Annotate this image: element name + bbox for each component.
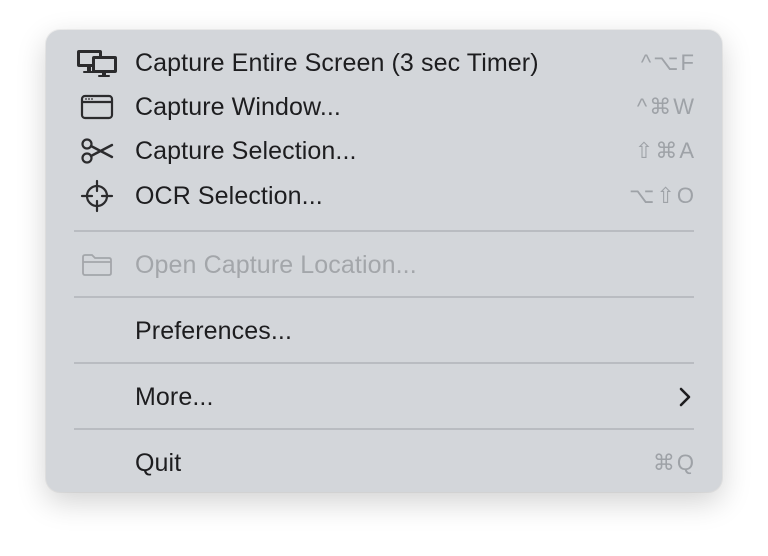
scissors-icon [76,133,118,169]
keyboard-shortcut: ^⌥F [640,50,696,75]
menu-item-label: Capture Entire Screen (3 sec Timer) [135,48,539,77]
menu-separator [74,428,694,430]
keyboard-shortcut: ⇧⌘A [634,138,696,163]
menu-item-open-capture-location: Open Capture Location... [46,243,722,287]
menu-item-more[interactable]: More... [46,375,722,419]
menu-item-label: Capture Window... [135,92,341,121]
menu-item-quit[interactable]: Quit ⌘Q [46,441,722,485]
menu-item-capture-selection[interactable]: Capture Selection... ⇧⌘A [46,129,722,173]
folder-icon [76,247,118,283]
menu-separator [74,296,694,298]
menu-separator [74,230,694,232]
menu-item-capture-entire-screen[interactable]: Capture Entire Screen (3 sec Timer) ^⌥F [46,41,722,85]
window-icon [76,89,118,125]
menu-item-label: Preferences... [135,316,293,345]
menu-item-label: Quit [135,448,182,477]
menu-item-label: OCR Selection... [135,181,323,210]
menu-item-capture-window[interactable]: Capture Window... ^⌘W [46,85,722,129]
chevron-right-icon [678,387,692,407]
keyboard-shortcut: ^⌘W [636,94,696,119]
keyboard-shortcut: ⌥⇧O [629,183,696,208]
status-menu: Capture Entire Screen (3 sec Timer) ^⌥F … [46,30,722,492]
menu-item-label: More... [135,382,214,411]
menu-item-label: Open Capture Location... [135,250,417,279]
menu-item-label: Capture Selection... [135,136,357,165]
menu-item-ocr-selection[interactable]: OCR Selection... ⌥⇧O [46,174,722,218]
display-icon [76,45,118,81]
menu-item-preferences[interactable]: Preferences... [46,309,722,353]
keyboard-shortcut: ⌘Q [652,450,696,475]
crosshair-icon [76,178,118,214]
menu-separator [74,362,694,364]
